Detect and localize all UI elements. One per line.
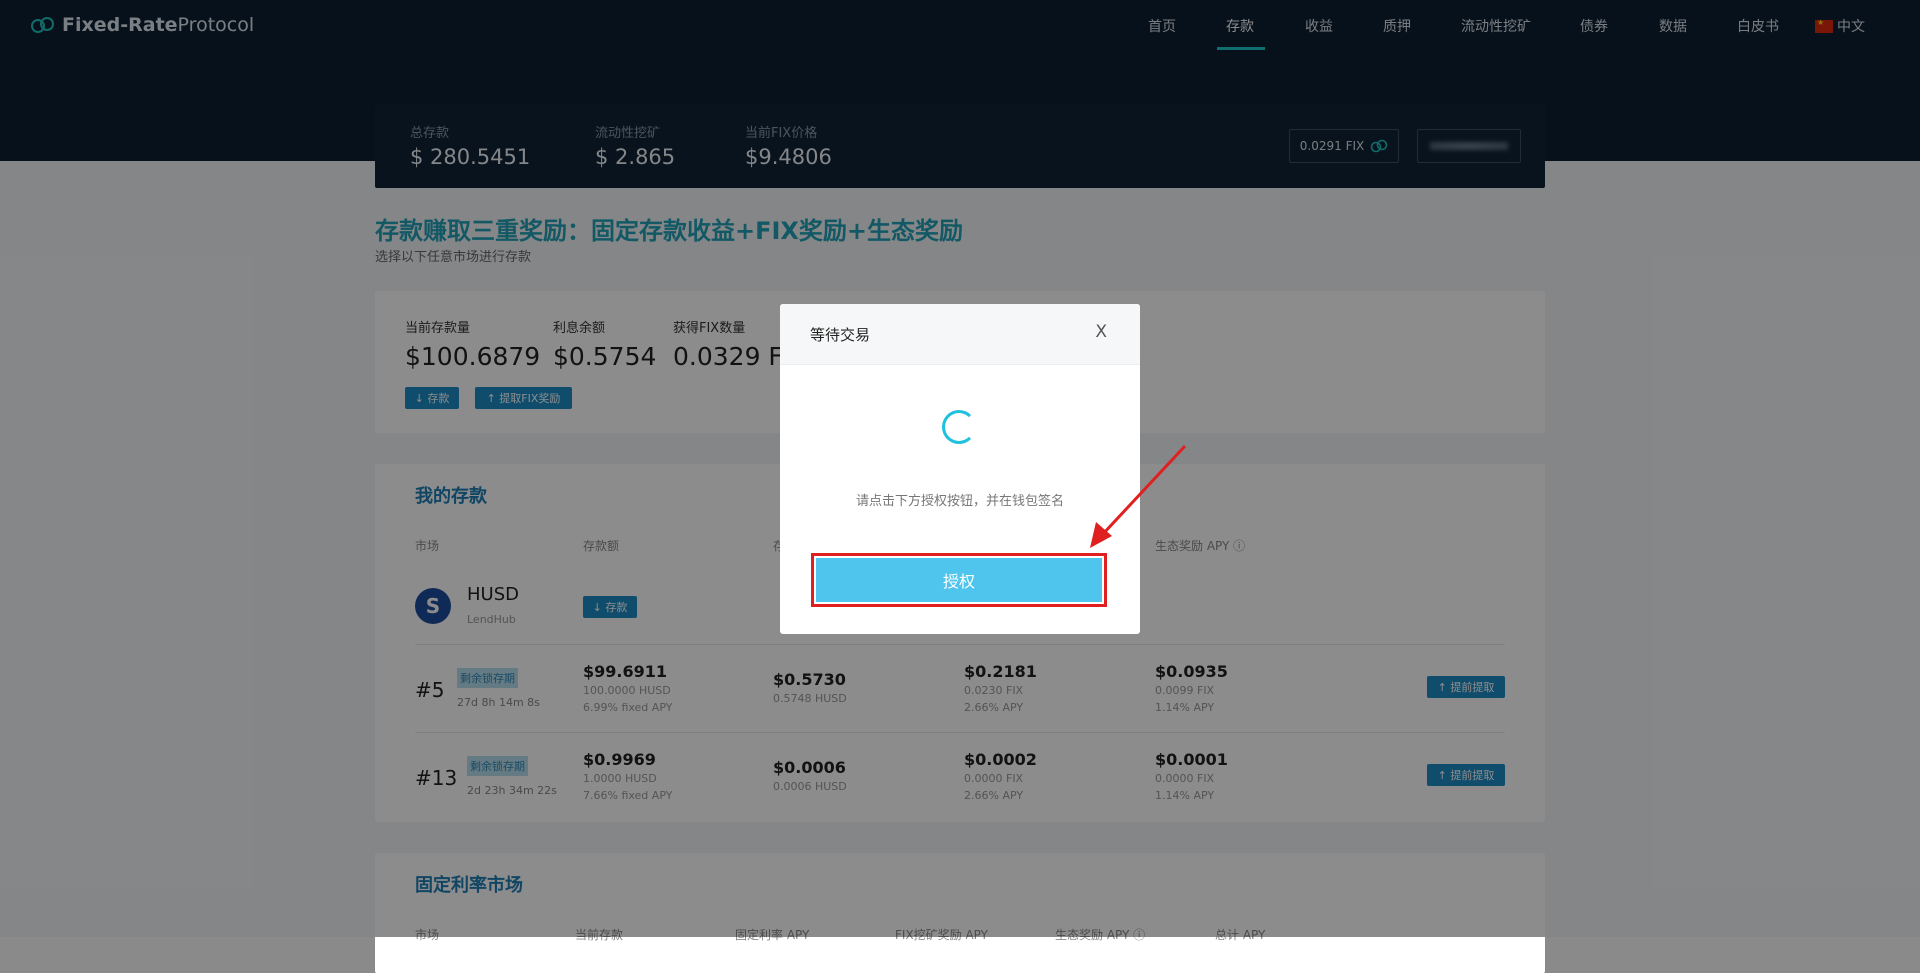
annotation-arrow (1090, 444, 1187, 548)
